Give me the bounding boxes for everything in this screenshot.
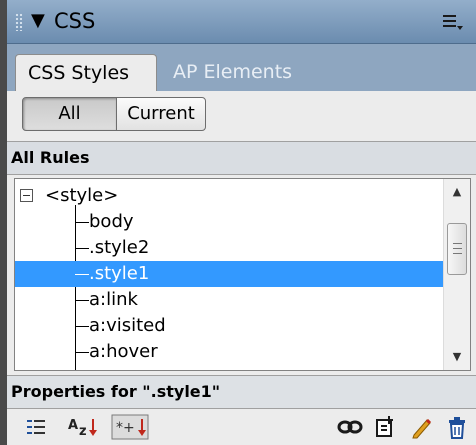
panel-titlebar[interactable]: ▼ CSS xyxy=(7,0,476,44)
all-rules-header: All Rules xyxy=(7,141,476,175)
all-button[interactable]: All xyxy=(22,97,117,131)
rule-label: .style2 xyxy=(89,237,150,258)
rule-label: body xyxy=(89,211,134,232)
tab-ap-elements[interactable]: AP Elements xyxy=(161,54,304,91)
rules-tree[interactable]: <style> body .style2 .style1 a:link a:vi… xyxy=(14,178,471,371)
tree-row-a-visited[interactable]: a:visited xyxy=(15,313,443,339)
scroll-up-arrow-icon[interactable]: ▲ xyxy=(444,179,470,205)
tree-row-a-hover[interactable]: a:hover xyxy=(15,339,443,365)
scroll-thumb[interactable] xyxy=(447,223,467,275)
svg-text:z: z xyxy=(79,424,87,439)
panel-grip-icon[interactable] xyxy=(15,13,23,31)
edit-rule-icon[interactable] xyxy=(409,414,433,440)
tab-css-styles[interactable]: CSS Styles xyxy=(15,54,157,91)
bottom-toolbar: A z *+ xyxy=(7,409,476,445)
panel-tabstrip: CSS Styles AP Elements xyxy=(7,44,476,91)
css-panel: ▼ CSS CSS Styles AP Elements All Current… xyxy=(0,0,476,445)
tree-row-root[interactable]: <style> xyxy=(15,183,443,209)
current-button[interactable]: Current xyxy=(116,97,206,131)
collapse-arrow-icon[interactable]: ▼ xyxy=(31,10,45,32)
mode-selector: All Current xyxy=(7,91,476,141)
set-properties-icon[interactable]: *+ xyxy=(111,414,149,440)
attach-stylesheet-icon[interactable] xyxy=(337,414,363,440)
thumb-grip-icon xyxy=(453,243,462,254)
tree-row-style1[interactable]: .style1 xyxy=(15,261,443,287)
panel-options-menu-icon[interactable] xyxy=(442,12,464,32)
rule-label: .style1 xyxy=(89,263,150,284)
collapse-toggle-icon[interactable] xyxy=(20,189,33,202)
tree-row-body[interactable]: body xyxy=(15,209,443,235)
panel-title: CSS xyxy=(54,9,96,33)
new-rule-icon[interactable] xyxy=(373,414,397,440)
delete-rule-icon[interactable] xyxy=(445,414,469,440)
properties-header: Properties for ".style1" xyxy=(7,375,476,409)
tree-row-style2[interactable]: .style2 xyxy=(15,235,443,261)
scroll-down-arrow-icon[interactable]: ▼ xyxy=(444,344,470,370)
alpha-sort-icon[interactable]: A z xyxy=(67,414,101,440)
tree-row-a-link[interactable]: a:link xyxy=(15,287,443,313)
tree-root-label: <style> xyxy=(45,185,119,206)
svg-text:A: A xyxy=(68,418,78,433)
rules-scrollbar[interactable]: ▲ ▼ xyxy=(443,179,470,370)
category-view-icon[interactable] xyxy=(25,414,49,440)
svg-text:*+: *+ xyxy=(116,420,135,436)
rule-label: a:visited xyxy=(89,315,166,336)
rule-label: a:hover xyxy=(89,341,158,362)
panel-left-edge xyxy=(0,0,7,445)
rule-label: a:link xyxy=(89,289,138,310)
